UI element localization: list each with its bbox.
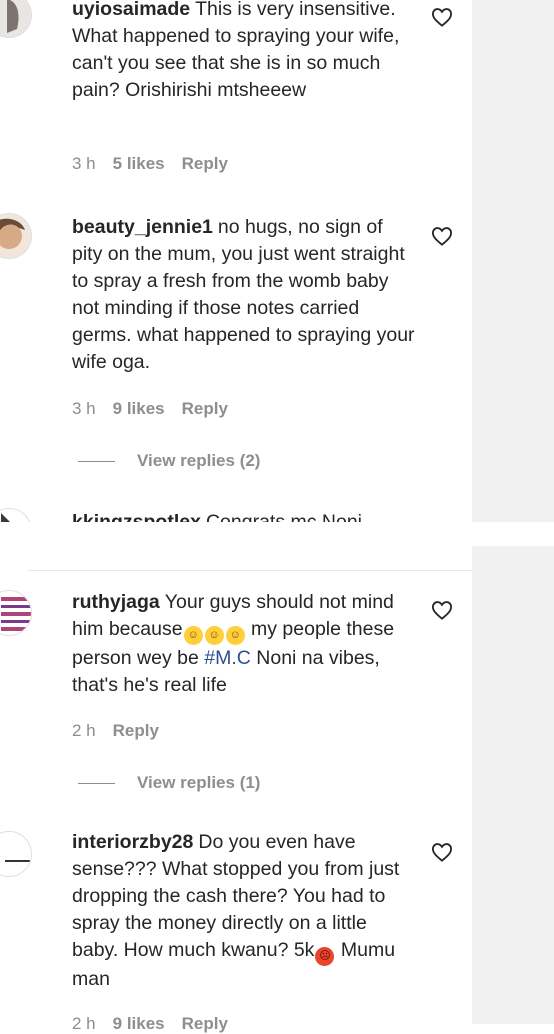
laughing-emoji-icon: ☺ xyxy=(225,626,245,645)
side-panel xyxy=(472,546,554,1024)
comment-meta: 2 h Reply xyxy=(72,721,176,741)
divider xyxy=(28,570,472,571)
heart-outline-icon[interactable] xyxy=(431,842,453,862)
heart-outline-icon[interactable] xyxy=(431,7,453,27)
avatar[interactable] xyxy=(0,213,32,259)
username[interactable]: kkingzspotlex xyxy=(72,511,201,522)
comment-text: interiorzby28 Do you even have sense??? W… xyxy=(72,831,400,990)
screenshot-gap xyxy=(0,522,554,546)
reply-button[interactable]: Reply xyxy=(113,721,159,740)
laughing-emoji-icon: ☺ xyxy=(204,626,224,645)
username[interactable]: beauty_jennie1 xyxy=(72,216,213,238)
timestamp: 2 h xyxy=(72,721,96,740)
hashtag-link[interactable]: #M.C xyxy=(204,647,251,669)
comment-meta: 2 h9 likes Reply xyxy=(72,1014,245,1034)
heart-outline-icon[interactable] xyxy=(431,226,453,246)
comment-text: ruthyjaga Your guys should not mind him b… xyxy=(72,591,395,696)
avatar[interactable] xyxy=(0,0,32,38)
side-panel xyxy=(472,0,554,522)
timestamp: 3 h xyxy=(72,154,96,173)
reply-button[interactable]: Reply xyxy=(182,154,228,173)
replies-line xyxy=(78,783,115,785)
comments-panel-top: uyiosaimade This is very insensitive. Wha… xyxy=(0,0,554,522)
reply-button[interactable]: Reply xyxy=(182,399,228,418)
heart-outline-icon[interactable] xyxy=(431,600,453,620)
angry-emoji-icon: ☹ xyxy=(315,947,335,966)
laughing-emoji-icon: ☺ xyxy=(183,626,203,645)
view-replies-button[interactable]: View replies (1) xyxy=(78,773,260,793)
timestamp: 3 h xyxy=(72,399,96,418)
comment-meta: 3 h 9 likes Reply xyxy=(72,399,245,419)
comment-text: beauty_jennie1 no hugs, no sign of pity o… xyxy=(72,216,415,373)
likes-count[interactable]: 5 likes xyxy=(113,154,165,173)
view-replies-button[interactable]: View replies (2) xyxy=(78,451,260,471)
replies-line xyxy=(78,461,115,463)
username[interactable]: uyiosaimade xyxy=(72,0,190,20)
comment-text: kkingzspotlex Congrats mc Noni xyxy=(72,509,362,522)
comment-text: uyiosaimade This is very insensitive. Wha… xyxy=(72,0,400,101)
likes-count[interactable]: 9 likes xyxy=(113,399,165,418)
username[interactable]: ruthyjaga xyxy=(72,591,160,613)
comment-meta: 3 h 5 likes Reply xyxy=(72,154,245,174)
username[interactable]: interiorzby28 xyxy=(72,831,193,853)
avatar[interactable] xyxy=(0,508,32,522)
